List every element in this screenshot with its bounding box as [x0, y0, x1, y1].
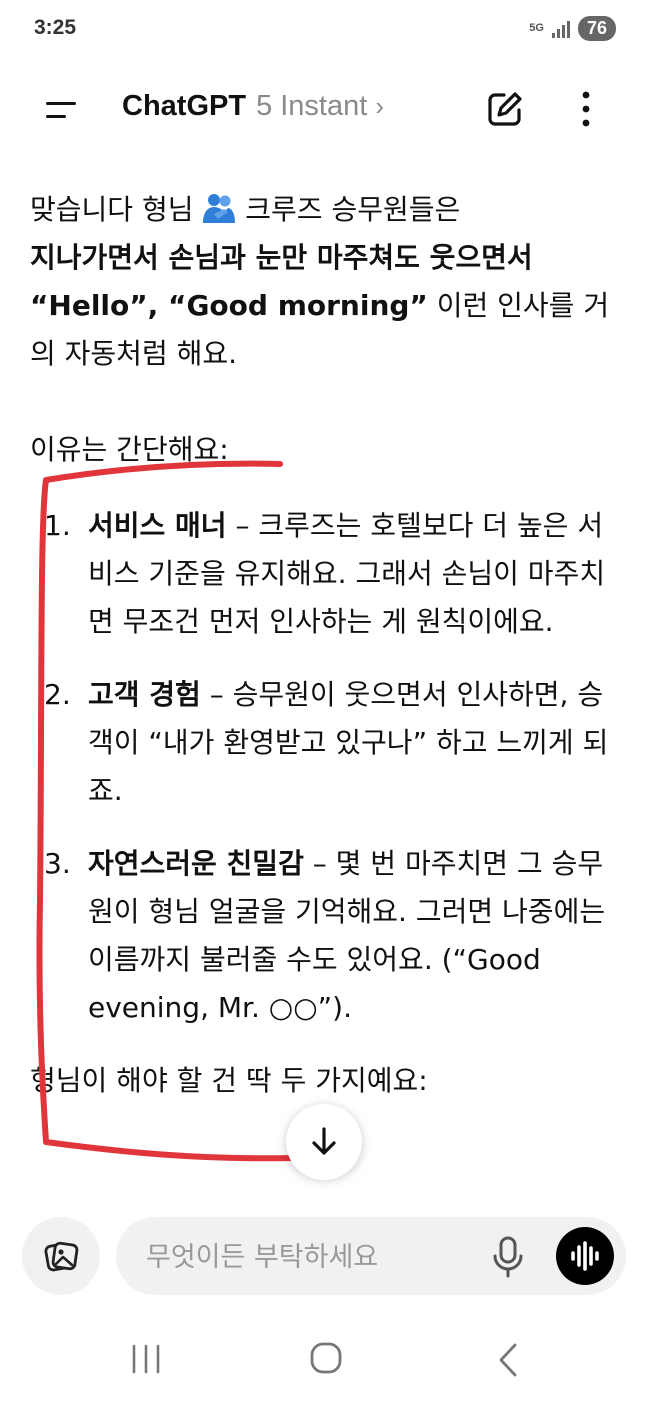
composer-fade: [0, 1168, 648, 1202]
model-selector[interactable]: ChatGPT 5 Instant ›: [122, 90, 384, 123]
prompt-input-container: [116, 1217, 626, 1297]
list-number: 2.: [44, 678, 71, 711]
list-item: 2. 고객 경험 – 승무원이 웃으면서 인사하면, 승객이 “내가 환영받고 있…: [30, 671, 620, 815]
composer: [0, 1200, 648, 1310]
system-nav-bar: [0, 1312, 648, 1404]
signal-icon: [551, 20, 570, 38]
dictate-button[interactable]: [488, 1235, 528, 1279]
intro-paragraph: 맞습니다 형님 크루즈 승무원들은 지나가면서 손님과 눈만 마주쳐도 웃으면서 …: [30, 186, 620, 378]
mic-icon: [493, 1236, 523, 1278]
chevron-right-icon: ›: [375, 91, 384, 121]
new-chat-button[interactable]: [482, 86, 528, 132]
status-time: 3:25: [34, 16, 77, 39]
app-title: ChatGPT: [122, 90, 247, 122]
list-number: 3.: [44, 847, 71, 880]
more-options-button[interactable]: [568, 86, 604, 132]
list-number: 1.: [44, 509, 71, 542]
status-icons: 5G 76: [529, 16, 616, 41]
attach-image-button[interactable]: [22, 1217, 100, 1295]
reason-title: 서비스 매너: [88, 509, 227, 542]
app-header: ChatGPT 5 Instant ›: [0, 70, 648, 150]
reason-title: 고객 경험: [88, 678, 201, 711]
voice-mode-button[interactable]: [556, 1227, 614, 1285]
new-chat-icon: [488, 92, 522, 126]
intro-text: 맞습니다 형님: [30, 193, 203, 226]
model-name: 5 Instant: [256, 90, 368, 122]
home-button[interactable]: [306, 1338, 346, 1378]
voice-waveform-icon: [571, 1241, 599, 1271]
arrow-down-icon: [312, 1127, 336, 1155]
intro-text-2: 크루즈 승무원들은: [236, 193, 461, 226]
back-icon: [499, 1343, 517, 1377]
menu-button[interactable]: [36, 88, 86, 132]
battery-level: 76: [577, 16, 616, 41]
more-vert-icon: [582, 91, 590, 127]
recent-apps-icon: [132, 1344, 160, 1374]
people-hugging-icon: [203, 194, 236, 223]
assistant-message: 맞습니다 형님 크루즈 승무원들은 지나가면서 손님과 눈만 마주쳐도 웃으면서 …: [30, 186, 620, 1105]
status-bar: 3:25 5G 76: [0, 0, 648, 60]
back-button[interactable]: [490, 1340, 526, 1380]
reason-list: 1. 서비스 매너 – 크루즈는 호텔보다 더 높은 서비스 기준을 유지해요. …: [30, 502, 620, 1032]
reasons-heading: 이유는 간단해요:: [30, 433, 229, 466]
list-item: 3. 자연스러운 친밀감 – 몇 번 마주치면 그 승무원이 형님 얼굴을 기억해…: [30, 840, 620, 1032]
closing-text: 형님이 해야 할 건 딱 두 가지예요:: [30, 1064, 428, 1097]
list-item: 1. 서비스 매너 – 크루즈는 호텔보다 더 높은 서비스 기준을 유지해요. …: [30, 502, 620, 646]
reason-title: 자연스러운 친밀감: [88, 847, 304, 880]
image-attach-icon: [44, 1241, 79, 1272]
network-5g-icon: 5G: [529, 22, 544, 34]
recent-apps-button[interactable]: [126, 1342, 166, 1376]
home-icon: [310, 1342, 342, 1374]
prompt-input[interactable]: [144, 1217, 468, 1297]
